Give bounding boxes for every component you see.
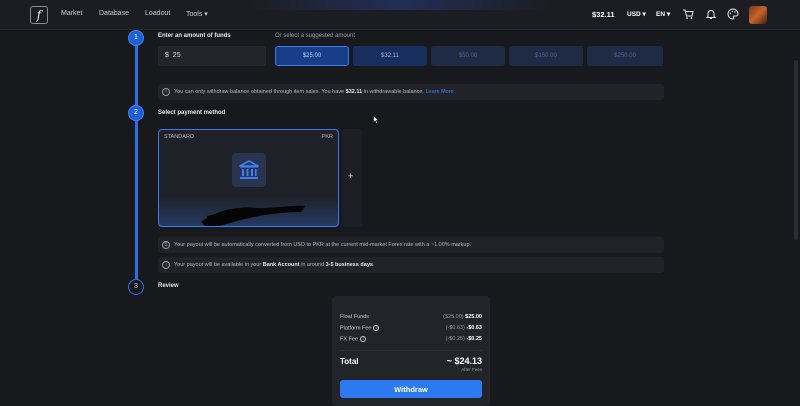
nav-tools[interactable]: Tools ▾ bbox=[186, 10, 208, 18]
review-row-paren: (-$0.25) bbox=[445, 336, 465, 342]
palette-icon[interactable] bbox=[727, 8, 739, 20]
currency-label: USD bbox=[627, 11, 641, 18]
chevron-down-icon: ▾ bbox=[642, 11, 646, 18]
withdraw-notice-suffix: in withdrawable balance. bbox=[362, 89, 426, 95]
help-icon[interactable]: ? bbox=[373, 325, 380, 331]
page-scrollbar[interactable] bbox=[794, 60, 798, 240]
withdraw-notice: i You can only withdraw balance obtained… bbox=[158, 84, 664, 100]
total-label: Total bbox=[340, 357, 359, 366]
payment-method-label: Select payment method bbox=[158, 110, 226, 116]
info-icon: i bbox=[162, 88, 170, 96]
review-label: Review bbox=[158, 283, 179, 289]
availability-prefix: Your payout will be available in your bbox=[174, 262, 263, 268]
total-value: ~ $24.13 bbox=[446, 356, 482, 366]
review-row-value: -$0.25 bbox=[466, 336, 482, 342]
suggested-amount-50: $50.00 bbox=[431, 46, 505, 66]
suggested-amount-250: $250.00 bbox=[587, 46, 663, 66]
review-row-value: $25.00 bbox=[465, 314, 482, 320]
availability-middle: in around bbox=[299, 262, 326, 268]
top-nav: f Market Database Loadout Tools ▾ $32.11… bbox=[0, 0, 800, 30]
conversion-notice-text: Your payout will be automatically conver… bbox=[174, 242, 472, 248]
nav-market[interactable]: Market bbox=[61, 10, 82, 17]
currency-select[interactable]: USD ▾ bbox=[627, 10, 646, 18]
step-3-indicator: 3 bbox=[128, 279, 144, 295]
availability-days: 3-5 business days bbox=[325, 262, 373, 268]
suggested-amount-label: Or select a suggested amount bbox=[275, 33, 356, 39]
review-panel: Float Funds ($25.00) $25.00 Platform Fee… bbox=[332, 296, 490, 406]
availability-suffix: . bbox=[372, 262, 375, 268]
bell-icon[interactable] bbox=[705, 8, 717, 20]
bank-icon-tile bbox=[232, 153, 266, 187]
suggested-amount-25[interactable]: $25.00 bbox=[275, 46, 349, 66]
withdraw-button[interactable]: Withdraw bbox=[340, 380, 482, 398]
bank-icon bbox=[239, 160, 259, 179]
review-divider bbox=[340, 350, 482, 351]
balance-display[interactable]: $32.11 bbox=[592, 10, 615, 19]
amount-input[interactable]: $ 25 bbox=[158, 46, 266, 66]
review-row-fx-fee: FX Fee i (-$0.25) -$0.25 bbox=[340, 336, 482, 342]
add-payment-method-button[interactable]: + bbox=[342, 129, 362, 227]
step-1-indicator: 1 bbox=[128, 30, 144, 46]
dollar-icon: $ bbox=[162, 241, 170, 249]
review-row-name: Float Funds bbox=[340, 314, 370, 320]
suggested-amount-150: $150.00 bbox=[509, 46, 583, 66]
language-select[interactable]: EN ▾ bbox=[656, 10, 670, 18]
conversion-notice: $ Your payout will be automatically conv… bbox=[158, 237, 664, 253]
avatar[interactable] bbox=[749, 6, 767, 24]
mouse-cursor-icon bbox=[373, 115, 379, 124]
card-currency: PKR bbox=[321, 134, 333, 140]
review-row-paren: ($25.00) bbox=[443, 314, 464, 320]
amount-currency-symbol: $ bbox=[165, 52, 169, 59]
learn-more-link[interactable]: Learn More bbox=[425, 89, 453, 95]
cart-icon[interactable] bbox=[682, 8, 694, 20]
review-row-paren: (-$0.63) bbox=[445, 325, 465, 331]
withdraw-notice-text: You can only withdraw balance obtained t… bbox=[174, 89, 346, 95]
step-rail bbox=[135, 38, 138, 288]
redacted-account-scribble bbox=[201, 205, 305, 226]
language-label: EN bbox=[656, 11, 666, 18]
nav-tools-label: Tools bbox=[186, 11, 203, 18]
amount-input-value: 25 bbox=[172, 52, 181, 59]
plus-icon: + bbox=[348, 171, 354, 181]
review-row-name: Platform Fee bbox=[340, 325, 372, 332]
availability-account: Bank Account bbox=[262, 262, 300, 268]
chevron-down-icon: ▾ bbox=[666, 11, 671, 18]
amount-label: Enter an amount of funds bbox=[158, 33, 231, 39]
suggested-amount-32[interactable]: $32.11 bbox=[353, 46, 427, 66]
review-row-float-funds: Float Funds ($25.00) $25.00 bbox=[340, 314, 482, 320]
chevron-down-icon: ▾ bbox=[204, 11, 208, 18]
availability-notice: i Your payout will be available in your … bbox=[158, 257, 664, 273]
withdrawable-amount: $32.11 bbox=[345, 89, 363, 95]
nav-loadout[interactable]: Loadout bbox=[145, 10, 170, 17]
info-icon: i bbox=[162, 261, 170, 269]
review-row-name: FX Fee bbox=[340, 336, 359, 343]
after-fees-note: After Fees bbox=[461, 367, 482, 372]
nav-database[interactable]: Database bbox=[99, 10, 129, 17]
logo-icon[interactable]: f bbox=[30, 6, 48, 24]
card-title: STANDARD bbox=[164, 134, 194, 140]
nav-highlight bbox=[250, 0, 550, 10]
payment-method-card[interactable]: STANDARD PKR bbox=[158, 129, 339, 227]
review-row-platform-fee: Platform Fee? (-$0.63) -$0.63 bbox=[340, 325, 482, 331]
review-row-value: -$0.63 bbox=[466, 325, 482, 331]
info-icon[interactable]: i bbox=[360, 336, 367, 342]
step-2-indicator: 2 bbox=[128, 105, 144, 121]
